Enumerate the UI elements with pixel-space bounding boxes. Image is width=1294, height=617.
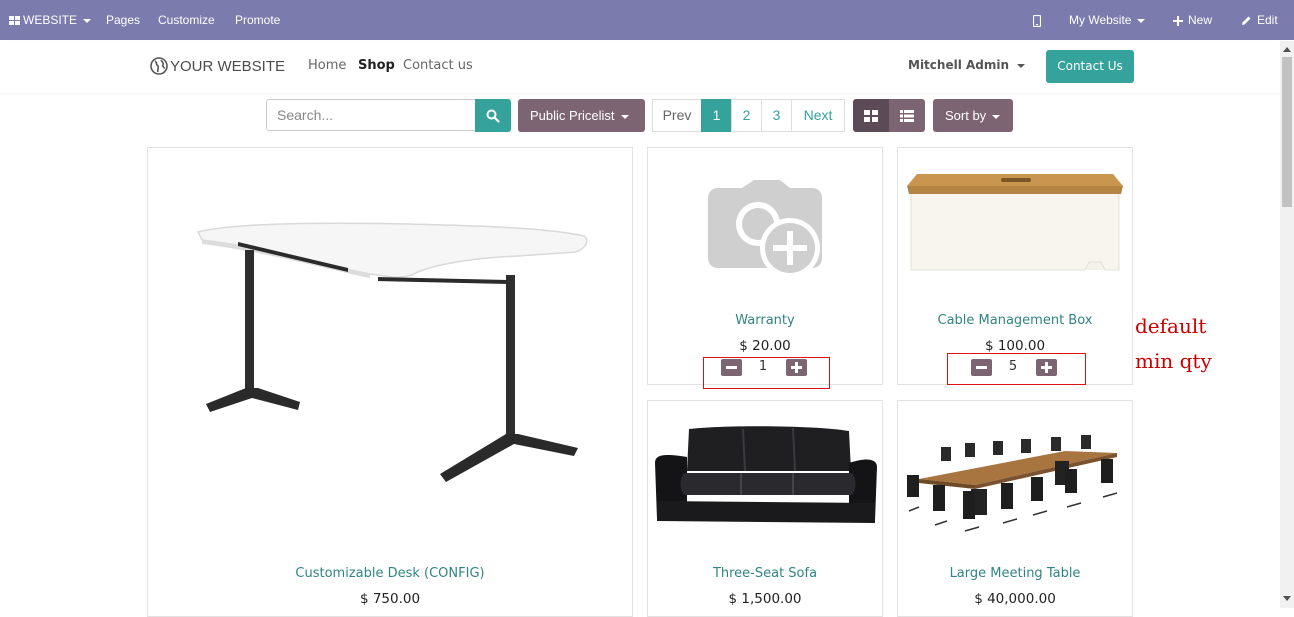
nav-shop[interactable]: Shop [358,58,395,73]
site-header: YOUR WEBSITE Home Shop Contact us Mitche… [0,41,1280,93]
search-icon [486,109,500,123]
scroll-down-arrow-icon[interactable] [1283,596,1291,601]
pricelist-label: Public Pricelist [530,108,615,123]
product-image-sofa [655,426,877,523]
product-image-meeting-table [907,435,1118,532]
pager-prev[interactable]: Prev [652,99,702,132]
product-card-desk[interactable]: Customizable Desk (CONFIG) $ 750.00 [147,147,633,617]
highlight-box-cable-box-qty [947,353,1086,385]
globe-icon [150,57,168,75]
sort-by-dropdown[interactable]: Sort by [933,99,1013,132]
product-card-cable-box[interactable]: Cable Management Box $ 100.00 5 [897,147,1133,385]
logo-text: YOUR WEBSITE [170,58,286,75]
user-name: Mitchell Admin [908,58,1010,72]
list-view-button[interactable] [889,99,925,132]
annotation-line-2: min qty [1135,349,1212,373]
caret-down-icon [1017,63,1026,68]
pager-next[interactable]: Next [791,99,845,132]
camera-placeholder-icon [708,180,822,278]
edit-button[interactable]: Edit [1241,0,1278,40]
product-name[interactable]: Cable Management Box [898,313,1132,328]
mobile-icon [1032,14,1042,27]
new-label: New [1188,13,1213,27]
new-button[interactable]: New [1173,0,1212,40]
product-price: $ 40,000.00 [974,591,1056,607]
product-card-sofa[interactable]: Three-Seat Sofa $ 1,500.00 [647,400,883,617]
product-name[interactable]: Three-Seat Sofa [648,566,882,581]
customize-menu[interactable]: Customize [158,0,215,40]
product-price: $ 1,500.00 [728,591,802,607]
caret-down-icon [992,114,1001,119]
highlight-box-warranty-qty [703,357,830,389]
product-name[interactable]: Large Meeting Table [898,566,1132,581]
product-price: $ 100.00 [984,338,1046,354]
product-name[interactable]: Customizable Desk (CONFIG) [148,566,632,581]
promote-menu[interactable]: Promote [235,0,280,40]
pencil-icon [1242,16,1251,26]
edit-label: Edit [1257,13,1278,27]
nav-contact-us[interactable]: Contact us [403,58,473,73]
caret-down-icon [83,18,92,23]
user-menu[interactable]: Mitchell Admin [908,58,1026,72]
caret-down-icon [1137,18,1146,23]
product-card-meeting-table[interactable]: Large Meeting Table $ 40,000.00 [897,400,1133,617]
pager-page-3[interactable]: 3 [761,99,792,132]
grid-icon [864,110,878,122]
page-scrollbar[interactable] [1280,41,1294,608]
my-website-label: My Website [1069,13,1132,27]
contact-us-button[interactable]: Contact Us [1046,50,1134,83]
pager-page-1[interactable]: 1 [701,99,732,132]
mobile-preview-button[interactable] [1032,0,1042,40]
scroll-thumb[interactable] [1282,57,1292,207]
list-icon [900,110,914,122]
pricelist-dropdown[interactable]: Public Pricelist [518,99,645,132]
admin-top-bar: WEBSITE Pages Customize Promote My Websi… [0,0,1294,40]
product-card-warranty[interactable]: Warranty $ 20.00 1 [647,147,883,385]
nav-home[interactable]: Home [308,58,346,73]
sort-by-label: Sort by [945,108,987,123]
product-image-cable-box [907,174,1123,271]
website-menu-label: WEBSITE [23,13,78,27]
apps-grid-icon [9,15,20,25]
search-button[interactable] [475,99,511,132]
website-menu[interactable]: WEBSITE [9,0,92,40]
plus-icon [1173,15,1183,26]
site-logo[interactable]: YOUR WEBSITE [150,57,285,75]
caret-down-icon [620,114,629,119]
product-price: $ 750.00 [359,591,421,607]
search-input[interactable]: Search... [266,99,475,131]
product-price: $ 20.00 [739,338,791,354]
grid-view-button[interactable] [853,99,889,132]
product-image-desk [196,222,588,482]
my-website-menu[interactable]: My Website [1069,0,1146,40]
product-name[interactable]: Warranty [648,313,882,328]
pager-page-2[interactable]: 2 [731,99,762,132]
pages-menu[interactable]: Pages [106,0,140,40]
scroll-up-arrow-icon[interactable] [1283,47,1291,52]
annotation-line-1: default [1135,314,1207,338]
